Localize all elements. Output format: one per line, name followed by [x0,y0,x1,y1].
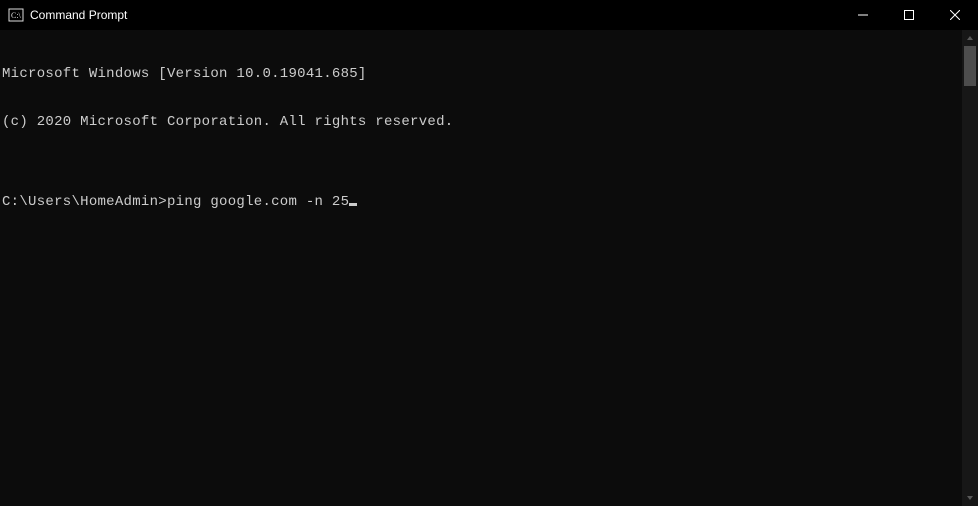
command-input[interactable]: ping google.com -n 25 [167,194,349,210]
prompt-line: C:\Users\HomeAdmin>ping google.com -n 25 [2,194,978,210]
titlebar-left: C:\ Command Prompt [8,7,127,23]
cmd-icon: C:\ [8,7,24,23]
terminal-content[interactable]: Microsoft Windows [Version 10.0.19041.68… [0,30,978,506]
vertical-scrollbar[interactable] [962,30,978,506]
scrollbar-thumb[interactable] [964,46,976,86]
scrollbar-up-arrow-icon[interactable] [962,30,978,46]
close-button[interactable] [932,0,978,30]
window-controls [840,0,978,30]
text-cursor [349,203,357,206]
maximize-button[interactable] [886,0,932,30]
window-title: Command Prompt [30,8,127,22]
svg-text:C:\: C:\ [11,11,22,20]
window-titlebar[interactable]: C:\ Command Prompt [0,0,978,30]
copyright-line: (c) 2020 Microsoft Corporation. All righ… [2,114,978,130]
prompt-path: C:\Users\HomeAdmin> [2,194,167,210]
version-line: Microsoft Windows [Version 10.0.19041.68… [2,66,978,82]
minimize-button[interactable] [840,0,886,30]
scrollbar-down-arrow-icon[interactable] [962,490,978,506]
